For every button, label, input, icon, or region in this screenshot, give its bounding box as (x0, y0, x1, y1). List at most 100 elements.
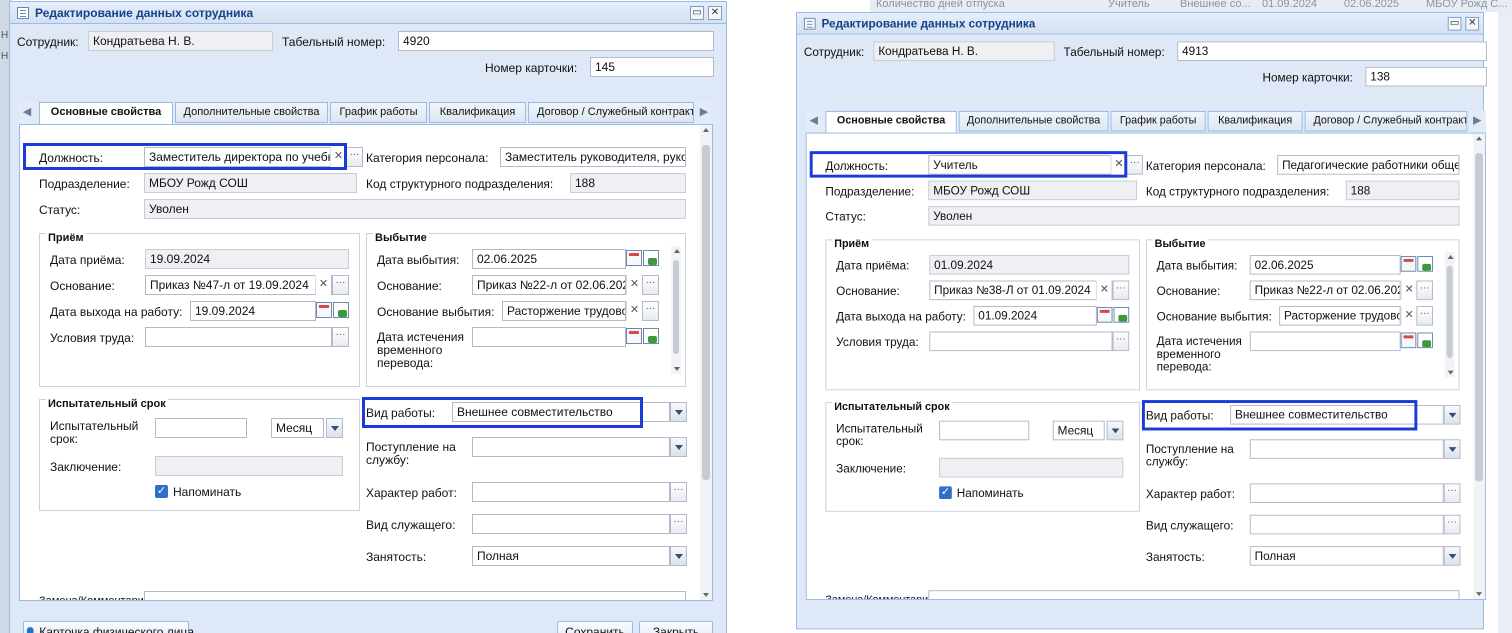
probation-term-field[interactable] (155, 418, 247, 438)
leave-reason-clear-icon[interactable]: ✕ (1400, 306, 1417, 326)
start-date-action-icon[interactable] (1113, 306, 1130, 323)
staff-category-field[interactable]: Педагогические работники общего образова… (1277, 155, 1460, 175)
leave-reason-field[interactable]: Расторжение трудового договора (1279, 306, 1401, 326)
person-card-button[interactable]: 👤 Карточка физического лица (23, 621, 194, 633)
remind-checkbox[interactable]: ✓ (939, 486, 952, 500)
staff-category-field[interactable]: Заместитель руководителя, руководитель (500, 147, 686, 167)
leave-basis-clear-icon[interactable]: ✕ (626, 275, 642, 295)
entry-select[interactable] (472, 437, 670, 457)
temp-transfer-field[interactable] (1249, 331, 1401, 352)
employment-select[interactable]: Полная (472, 546, 670, 566)
dept-code-field[interactable]: 188 (1345, 180, 1460, 201)
employee-type-select-button[interactable]: ··· (670, 514, 687, 534)
start-date-field[interactable]: 01.09.2024 (973, 306, 1097, 326)
hire-basis-clear-icon[interactable]: ✕ (1095, 280, 1112, 301)
tab-scroll-left-icon[interactable]: ◀ (806, 111, 822, 132)
work-character-select-button[interactable]: ··· (670, 482, 687, 502)
remind-checkbox[interactable]: ✓ (155, 485, 168, 498)
save-button[interactable]: Сохранить (557, 621, 633, 633)
leave-group-scrollbar[interactable] (671, 246, 681, 374)
leave-basis-select-button[interactable]: ··· (1416, 280, 1433, 301)
tab-qualification[interactable]: Квалификация (1207, 110, 1303, 132)
tab-main-properties[interactable]: Основные свойства (39, 102, 173, 125)
leave-reason-select-button[interactable]: ··· (1416, 306, 1433, 326)
close-button[interactable]: Закрыть (639, 621, 713, 633)
close-icon[interactable]: ✕ (708, 6, 722, 20)
leave-reason-select-button[interactable]: ··· (642, 301, 659, 321)
form-scrollbar[interactable] (1473, 133, 1485, 600)
conclusion-field[interactable] (155, 456, 343, 476)
employee-field[interactable]: Кондратьева Н. В. (88, 31, 273, 51)
status-field[interactable]: Уволен (928, 206, 1460, 226)
probation-unit-dropdown-icon[interactable] (326, 418, 343, 438)
temp-transfer-field[interactable] (472, 327, 626, 347)
work-type-dropdown-icon[interactable] (1443, 404, 1461, 425)
department-field[interactable]: МБОУ Рожд СОШ (928, 180, 1138, 201)
work-character-field[interactable] (1249, 483, 1444, 503)
tab-number-field[interactable]: 4913 (1177, 41, 1487, 61)
leave-reason-field[interactable]: Расторжение трудового договора (502, 301, 626, 321)
leave-basis-field[interactable]: Приказ №22-л от 02.06.2025 (1249, 280, 1401, 301)
entry-select[interactable] (1249, 439, 1444, 459)
start-date-calendar-icon[interactable] (1096, 306, 1113, 323)
leave-date-calendar-icon[interactable] (1400, 256, 1417, 272)
temp-transfer-action-icon[interactable] (1417, 332, 1433, 349)
dialog-header[interactable]: Редактирование данных сотрудника ▭ ✕ (10, 2, 726, 24)
start-date-action-icon[interactable] (333, 302, 349, 318)
tab-contract[interactable]: Договор / Служебный контракт (1304, 110, 1468, 132)
tab-contract[interactable]: Договор / Служебный контракт (528, 102, 694, 123)
employment-dropdown-icon[interactable] (670, 546, 687, 566)
leave-date-field[interactable]: 02.06.2025 (472, 249, 626, 269)
entry-dropdown-icon[interactable] (1443, 439, 1461, 459)
leave-date-action-icon[interactable] (643, 250, 659, 266)
leave-group-scrollbar[interactable] (1444, 252, 1455, 378)
start-date-calendar-icon[interactable] (316, 302, 332, 318)
department-field[interactable]: МБОУ Рожд СОШ (144, 173, 357, 193)
position-select-button[interactable]: ··· (346, 147, 363, 167)
hire-date-field[interactable]: 01.09.2024 (929, 255, 1130, 275)
probation-unit-select[interactable]: Месяц (271, 418, 324, 438)
employee-type-select-button[interactable]: ··· (1443, 514, 1461, 535)
conditions-select-button[interactable]: ··· (1112, 331, 1130, 352)
leave-date-field[interactable]: 02.06.2025 (1249, 255, 1401, 275)
conditions-field[interactable] (145, 327, 332, 347)
work-character-field[interactable] (472, 482, 670, 502)
start-date-field[interactable]: 19.09.2024 (190, 301, 316, 321)
temp-transfer-calendar-icon[interactable] (1400, 332, 1417, 349)
conditions-field[interactable] (929, 331, 1113, 352)
tab-work-schedule[interactable]: График работы (330, 102, 427, 123)
conditions-select-button[interactable]: ··· (332, 327, 349, 347)
status-field[interactable]: Уволен (144, 199, 686, 219)
tab-qualification[interactable]: Квалификация (429, 102, 526, 123)
leave-basis-field[interactable]: Приказ №22-л от 02.06.2025 (472, 275, 626, 295)
hire-date-field[interactable]: 19.09.2024 (145, 249, 349, 269)
leave-basis-select-button[interactable]: ··· (642, 275, 659, 295)
tab-work-schedule[interactable]: График работы (1110, 110, 1206, 132)
tab-scroll-left-icon[interactable]: ◀ (19, 102, 35, 123)
hire-basis-field[interactable]: Приказ №47-л от 19.09.2024 (145, 275, 332, 295)
leave-date-action-icon[interactable] (1417, 256, 1433, 272)
entry-dropdown-icon[interactable] (670, 437, 687, 457)
hire-basis-select-button[interactable]: ··· (1112, 280, 1130, 301)
employee-type-field[interactable] (472, 514, 670, 534)
employee-type-field[interactable] (1249, 514, 1444, 535)
probation-unit-select[interactable]: Месяц (1052, 420, 1105, 441)
employee-field[interactable]: Кондратьева Н. В. (873, 41, 1055, 61)
tab-main-properties[interactable]: Основные свойства (825, 110, 957, 134)
card-number-field[interactable]: 145 (590, 57, 714, 77)
temp-transfer-calendar-icon[interactable] (626, 328, 642, 344)
hire-basis-clear-icon[interactable]: ✕ (315, 275, 331, 295)
tab-additional-properties[interactable]: Дополнительные свойства (958, 110, 1109, 132)
employment-select[interactable]: Полная (1249, 546, 1444, 566)
hire-basis-select-button[interactable]: ··· (332, 275, 349, 295)
work-character-select-button[interactable]: ··· (1443, 483, 1461, 503)
probation-unit-dropdown-icon[interactable] (1106, 420, 1124, 441)
restore-icon[interactable]: ▭ (1447, 16, 1462, 31)
leave-reason-clear-icon[interactable]: ✕ (626, 301, 642, 321)
form-scrollbar[interactable] (700, 125, 712, 600)
close-icon[interactable]: ✕ (1465, 16, 1480, 31)
tab-additional-properties[interactable]: Дополнительные свойства (175, 102, 328, 123)
leave-date-calendar-icon[interactable] (626, 250, 642, 266)
replacement-comment-field[interactable] (928, 590, 1460, 600)
employment-dropdown-icon[interactable] (1443, 546, 1461, 566)
